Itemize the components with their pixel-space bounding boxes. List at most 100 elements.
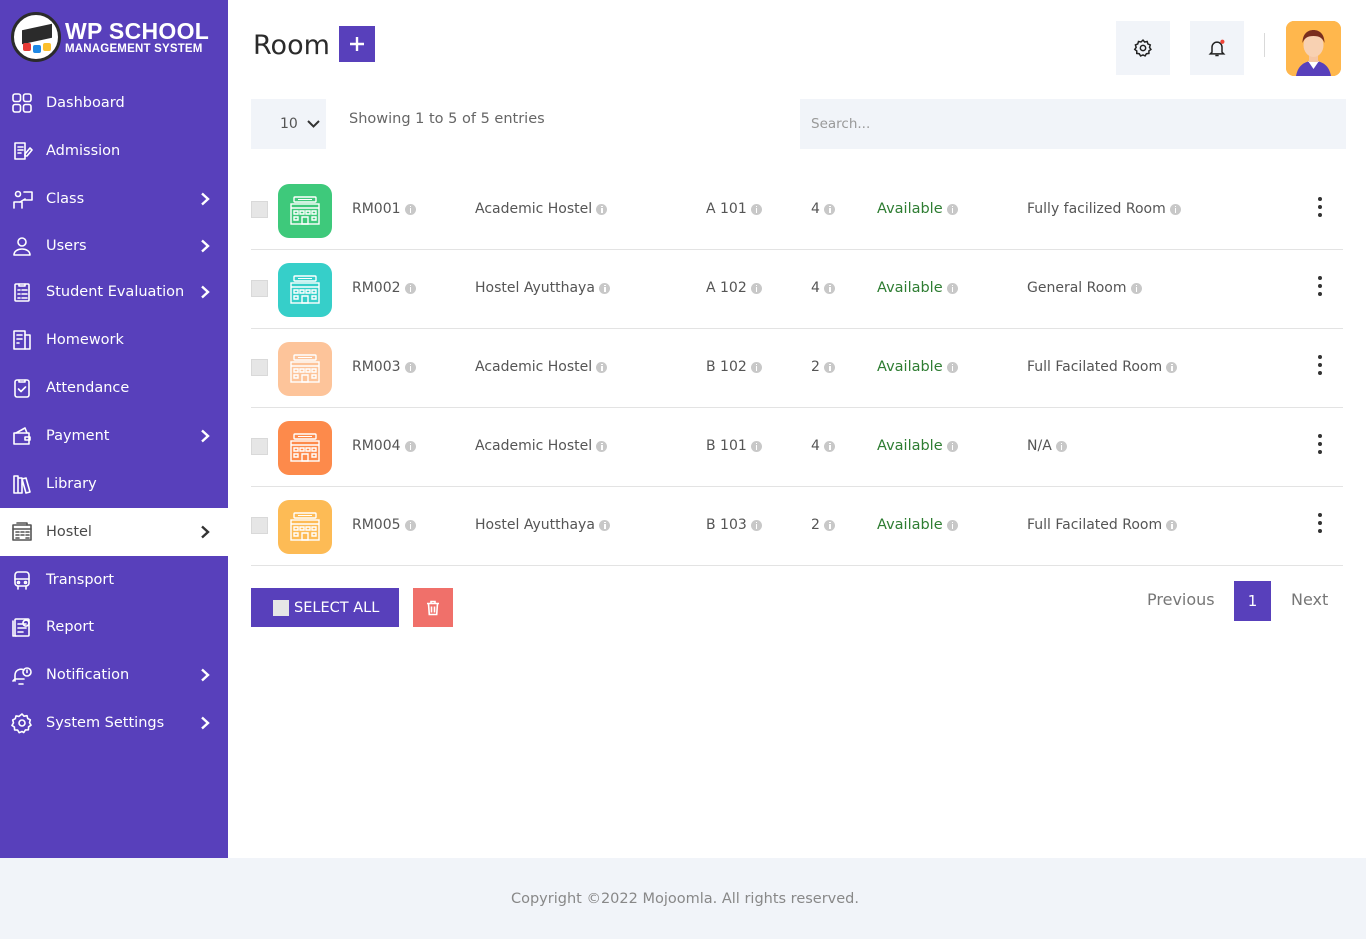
room-description: Fully facilized Room <box>1027 201 1166 217</box>
info-icon[interactable] <box>404 361 416 373</box>
bed-count-cell: 2 <box>811 359 835 375</box>
info-icon[interactable] <box>1166 519 1178 531</box>
row-checkbox[interactable] <box>251 280 268 297</box>
homework-icon <box>13 330 31 350</box>
sidebar-item-hostel[interactable]: Hostel <box>0 508 228 556</box>
row-actions-menu-icon[interactable] <box>1317 434 1323 458</box>
info-icon[interactable] <box>596 361 608 373</box>
info-icon[interactable] <box>596 203 608 215</box>
sidebar-item-label: Users <box>46 238 87 254</box>
description-cell: N/A <box>1027 438 1067 454</box>
sidebar-item-system-settings[interactable]: System Settings <box>0 699 228 747</box>
room-number: B 103 <box>706 517 747 533</box>
row-checkbox[interactable] <box>251 438 268 455</box>
pagination-previous[interactable]: Previous <box>1147 590 1215 609</box>
status-text: Available <box>877 359 943 375</box>
sidebar-item-transport[interactable]: Transport <box>0 556 228 604</box>
info-icon[interactable] <box>750 361 762 373</box>
evaluation-icon <box>14 283 30 302</box>
notification-button[interactable] <box>1190 21 1244 75</box>
sidebar-item-users[interactable]: Users <box>0 222 228 270</box>
info-icon[interactable] <box>750 519 762 531</box>
info-icon[interactable] <box>1055 440 1067 452</box>
sidebar-item-class[interactable]: Class <box>0 175 228 223</box>
sidebar-item-report[interactable]: Report <box>0 603 228 651</box>
row-actions-menu-icon[interactable] <box>1317 197 1323 221</box>
row-checkbox[interactable] <box>251 517 268 534</box>
info-icon[interactable] <box>946 519 958 531</box>
bed-count-cell: 4 <box>811 438 835 454</box>
description-cell: General Room <box>1027 280 1142 296</box>
sidebar-item-notification[interactable]: Notification <box>0 651 228 699</box>
room-id: RM004 <box>352 438 401 454</box>
info-icon[interactable] <box>823 440 835 452</box>
room-description: General Room <box>1027 280 1127 296</box>
info-icon[interactable] <box>598 519 610 531</box>
select-all-button[interactable]: SELECT ALL <box>251 588 399 627</box>
sidebar: WP SCHOOL MANAGEMENT SYSTEM Dashboard Adm… <box>0 0 228 858</box>
info-icon[interactable] <box>750 440 762 452</box>
room-description: N/A <box>1027 438 1052 454</box>
row-actions-menu-icon[interactable] <box>1317 513 1323 537</box>
sidebar-item-label: Student Evaluation <box>46 284 185 300</box>
sidebar-item-payment[interactable]: Payment <box>0 412 228 460</box>
info-icon[interactable] <box>823 282 835 294</box>
sidebar-item-label: Homework <box>46 332 124 348</box>
table-row: RM003 Academic Hostel B 102 2 Available Full … <box>251 329 1343 408</box>
info-icon[interactable] <box>598 282 610 294</box>
row-checkbox[interactable] <box>251 359 268 376</box>
info-icon[interactable] <box>750 203 762 215</box>
row-actions-menu-icon[interactable] <box>1317 355 1323 379</box>
info-icon[interactable] <box>946 282 958 294</box>
info-icon[interactable] <box>750 282 762 294</box>
brand-logo[interactable]: WP SCHOOL MANAGEMENT SYSTEM <box>11 12 209 62</box>
info-icon[interactable] <box>596 440 608 452</box>
info-icon[interactable] <box>823 361 835 373</box>
chevron-right-icon <box>201 239 210 253</box>
select-all-checkbox[interactable] <box>273 599 289 616</box>
sidebar-item-library[interactable]: Library <box>0 460 228 508</box>
sidebar-item-attendance[interactable]: Attendance <box>0 364 228 412</box>
row-checkbox[interactable] <box>251 201 268 218</box>
info-icon[interactable] <box>404 440 416 452</box>
search-input[interactable] <box>800 99 1346 149</box>
sidebar-item-admission[interactable]: Admission <box>0 127 228 175</box>
description-cell: Full Facilated Room <box>1027 517 1178 533</box>
pagination-next[interactable]: Next <box>1291 590 1328 609</box>
page-length-select[interactable]: 10 <box>251 99 326 149</box>
settings-button[interactable] <box>1116 21 1170 75</box>
add-room-button[interactable] <box>339 26 375 62</box>
info-icon[interactable] <box>404 519 416 531</box>
delete-button[interactable] <box>413 588 453 627</box>
info-icon[interactable] <box>404 203 416 215</box>
bed-count-cell: 4 <box>811 201 835 217</box>
pagination-page-1[interactable]: 1 <box>1234 581 1271 621</box>
sidebar-item-dashboard[interactable]: Dashboard <box>0 79 228 127</box>
info-icon[interactable] <box>1169 203 1181 215</box>
hostel-name-cell: Academic Hostel <box>475 359 608 375</box>
room-id: RM002 <box>352 280 401 296</box>
hostel-building-icon <box>290 196 320 225</box>
info-icon[interactable] <box>823 203 835 215</box>
row-actions-menu-icon[interactable] <box>1317 276 1323 300</box>
room-description: Full Facilated Room <box>1027 517 1163 533</box>
hostel-building-icon <box>290 512 320 541</box>
system-settings-icon <box>11 713 32 734</box>
info-icon[interactable] <box>404 282 416 294</box>
hostel-name: Academic Hostel <box>475 201 593 217</box>
sidebar-item-student-evaluation[interactable]: Student Evaluation <box>0 268 228 316</box>
bed-count: 2 <box>811 359 820 375</box>
room-number-cell: A 102 <box>706 280 762 296</box>
hostel-name: Academic Hostel <box>475 438 593 454</box>
copyright-text: Copyright ©2022 Mojoomla. All rights res… <box>510 890 859 907</box>
info-icon[interactable] <box>946 361 958 373</box>
info-icon[interactable] <box>1166 361 1178 373</box>
info-icon[interactable] <box>823 519 835 531</box>
info-icon[interactable] <box>946 440 958 452</box>
sidebar-item-label: Admission <box>46 143 121 159</box>
sidebar-item-homework[interactable]: Homework <box>0 316 228 364</box>
info-icon[interactable] <box>946 203 958 215</box>
info-icon[interactable] <box>1130 282 1142 294</box>
room-avatar <box>278 263 332 317</box>
user-avatar[interactable] <box>1286 21 1341 76</box>
